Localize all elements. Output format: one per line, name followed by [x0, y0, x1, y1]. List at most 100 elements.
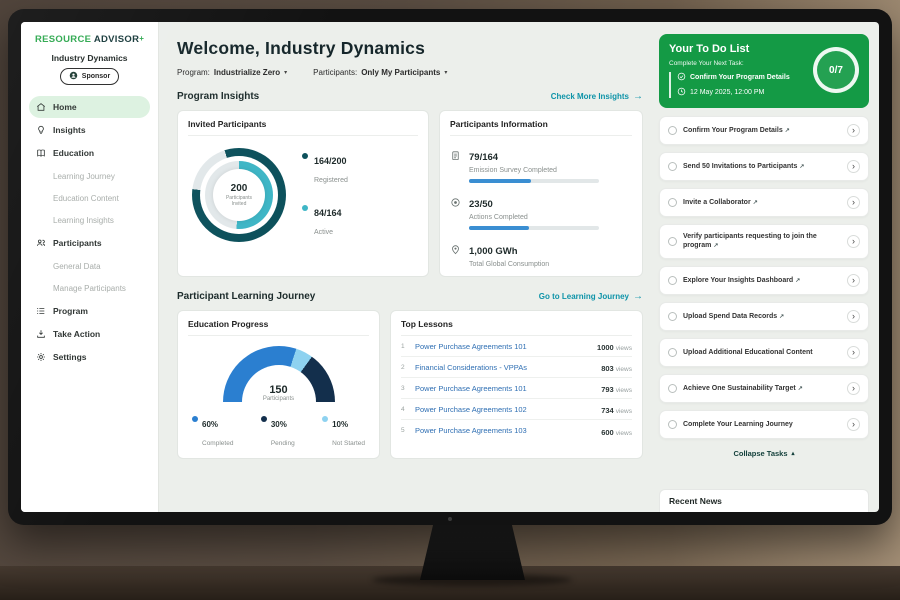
legend-pending: 30% Pending [261, 414, 295, 450]
task-item[interactable]: Upload Spend Data Records↗ › [659, 302, 869, 331]
check-more-insights-link[interactable]: Check More Insights → [551, 91, 643, 102]
lesson-row: 3 Power Purchase Agreements 101 793views [401, 378, 632, 399]
go-to-learning-journey-link[interactable]: Go to Learning Journey → [539, 291, 643, 302]
sidebar-item-label: Home [53, 102, 77, 112]
chevron-up-icon: ▴ [792, 450, 795, 457]
sidebar-item-learning-journey[interactable]: Learning Journey [29, 165, 150, 187]
app-logo: RESOURCE ADVISOR+ [21, 32, 158, 49]
task-checkbox[interactable] [668, 198, 677, 207]
sidebar: RESOURCE ADVISOR+ Industry Dynamics Spon… [21, 22, 159, 512]
arrow-right-icon: → [633, 91, 643, 102]
task-checkbox[interactable] [668, 348, 677, 357]
chevron-down-icon: ▾ [444, 69, 447, 76]
program-filter-dropdown[interactable]: Program: Industrialize Zero ▾ [177, 68, 287, 77]
sidebar-item-home[interactable]: Home [29, 96, 150, 118]
education-legend: 60% Completed 30% Pending 10% [188, 414, 369, 450]
sidebar-item-general-data[interactable]: General Data [29, 255, 150, 277]
lesson-link[interactable]: Power Purchase Agreements 101 [415, 342, 527, 351]
task-chevron-button[interactable]: › [847, 346, 860, 359]
invited-total-label: Participants Invited [219, 195, 259, 207]
sponsor-badge[interactable]: Sponsor [60, 68, 119, 85]
chevron-right-icon: › [852, 162, 855, 171]
target-icon [450, 195, 461, 213]
task-item[interactable]: Invite a Collaborator↗ › [659, 188, 869, 217]
lesson-row: 1 Power Purchase Agreements 101 1000view… [401, 336, 632, 357]
sidebar-item-participants[interactable]: Participants [29, 232, 150, 254]
todo-summary-card: Your To Do List Complete Your Next Task:… [659, 34, 869, 108]
task-label: Upload Additional Educational Content [683, 349, 813, 356]
external-link-icon: ↗ [713, 243, 718, 249]
sidebar-item-learning-insights[interactable]: Learning Insights [29, 209, 150, 231]
task-item[interactable]: Send 50 Invitations to Participants↗ › [659, 152, 869, 181]
lesson-link[interactable]: Power Purchase Agreements 102 [415, 405, 527, 414]
task-checkbox[interactable] [668, 237, 677, 246]
sidebar-item-education[interactable]: Education [29, 142, 150, 164]
chevron-right-icon: › [852, 384, 855, 393]
task-list: Confirm Your Program Details↗ › Send 50 … [659, 116, 869, 439]
chevron-right-icon: › [852, 312, 855, 321]
task-chevron-button[interactable]: › [847, 274, 860, 287]
task-chevron-button[interactable]: › [847, 196, 860, 209]
active-label: Active [314, 229, 333, 236]
collapse-tasks-link[interactable]: Collapse Tasks ▴ [733, 449, 794, 458]
lesson-row: 2 Financial Considerations - VPPAs 803vi… [401, 357, 632, 378]
sidebar-item-label: Take Action [53, 329, 100, 339]
task-item[interactable]: Achieve One Sustainability Target↗ › [659, 374, 869, 403]
task-item[interactable]: Verify participants requesting to join t… [659, 224, 869, 259]
task-checkbox[interactable] [668, 276, 677, 285]
sidebar-item-label: Learning Journey [53, 172, 115, 181]
lightbulb-icon [35, 125, 46, 135]
emission-survey-label: Emission Survey Completed [469, 167, 599, 174]
task-checkbox[interactable] [668, 384, 677, 393]
program-filter-label: Program: [177, 68, 210, 77]
lesson-rank: 1 [401, 343, 408, 350]
sponsor-icon [69, 71, 78, 82]
monitor-logo-dot [448, 517, 452, 521]
education-center-value: 150 [223, 384, 335, 396]
external-link-icon: ↗ [798, 386, 803, 392]
task-item[interactable]: Explore Your Insights Dashboard↗ › [659, 266, 869, 295]
sidebar-item-education-content[interactable]: Education Content [29, 187, 150, 209]
link-label: Check More Insights [551, 92, 629, 101]
task-checkbox[interactable] [668, 312, 677, 321]
sidebar-item-insights[interactable]: Insights [29, 119, 150, 141]
chevron-right-icon: › [852, 237, 855, 246]
chevron-right-icon: › [852, 276, 855, 285]
sidebar-item-take-action[interactable]: Take Action [29, 323, 150, 345]
task-checkbox[interactable] [668, 420, 677, 429]
task-chevron-button[interactable]: › [847, 235, 860, 248]
chevron-right-icon: › [852, 348, 855, 357]
sponsor-badge-label: Sponsor [82, 73, 110, 80]
recent-news-header[interactable]: Recent News [659, 489, 869, 512]
not-started-label: Not Started [332, 440, 365, 447]
task-item[interactable]: Upload Additional Educational Content › [659, 338, 869, 367]
lesson-link[interactable]: Financial Considerations - VPPAs [415, 363, 527, 372]
clock-icon [677, 87, 686, 98]
task-chevron-button[interactable]: › [847, 124, 860, 137]
sidebar-item-program[interactable]: Program [29, 300, 150, 322]
task-chevron-button[interactable]: › [847, 418, 860, 431]
registered-label: Registered [314, 177, 348, 184]
task-chevron-button[interactable]: › [847, 160, 860, 173]
sidebar-item-settings[interactable]: Settings [29, 346, 150, 368]
participants-filter-dropdown[interactable]: Participants: Only My Participants ▾ [313, 68, 447, 77]
task-chevron-button[interactable]: › [847, 310, 860, 323]
program-insights-cards: Invited Participants 200 Participants In… [177, 110, 643, 277]
task-chevron-button[interactable]: › [847, 382, 860, 395]
card-title: Invited Participants [188, 119, 418, 136]
education-progress-card: Education Progress 150 Participants [177, 310, 380, 459]
lesson-link[interactable]: Power Purchase Agreements 103 [415, 426, 527, 435]
external-link-icon: ↗ [785, 128, 790, 134]
lesson-link[interactable]: Power Purchase Agreements 101 [415, 384, 527, 393]
sidebar-item-label: Settings [53, 352, 87, 362]
task-item[interactable]: Confirm Your Program Details↗ › [659, 116, 869, 145]
organization-name: Industry Dynamics [21, 53, 158, 63]
logo-resource: RESOURCE [35, 34, 91, 45]
task-checkbox[interactable] [668, 162, 677, 171]
task-item[interactable]: Complete Your Learning Journey › [659, 410, 869, 439]
completed-dot [192, 416, 198, 422]
task-checkbox[interactable] [668, 126, 677, 135]
sidebar-item-manage-participants[interactable]: Manage Participants [29, 277, 150, 299]
legend-not-started: 10% Not Started [322, 414, 365, 450]
lesson-views-unit: views [616, 366, 632, 373]
